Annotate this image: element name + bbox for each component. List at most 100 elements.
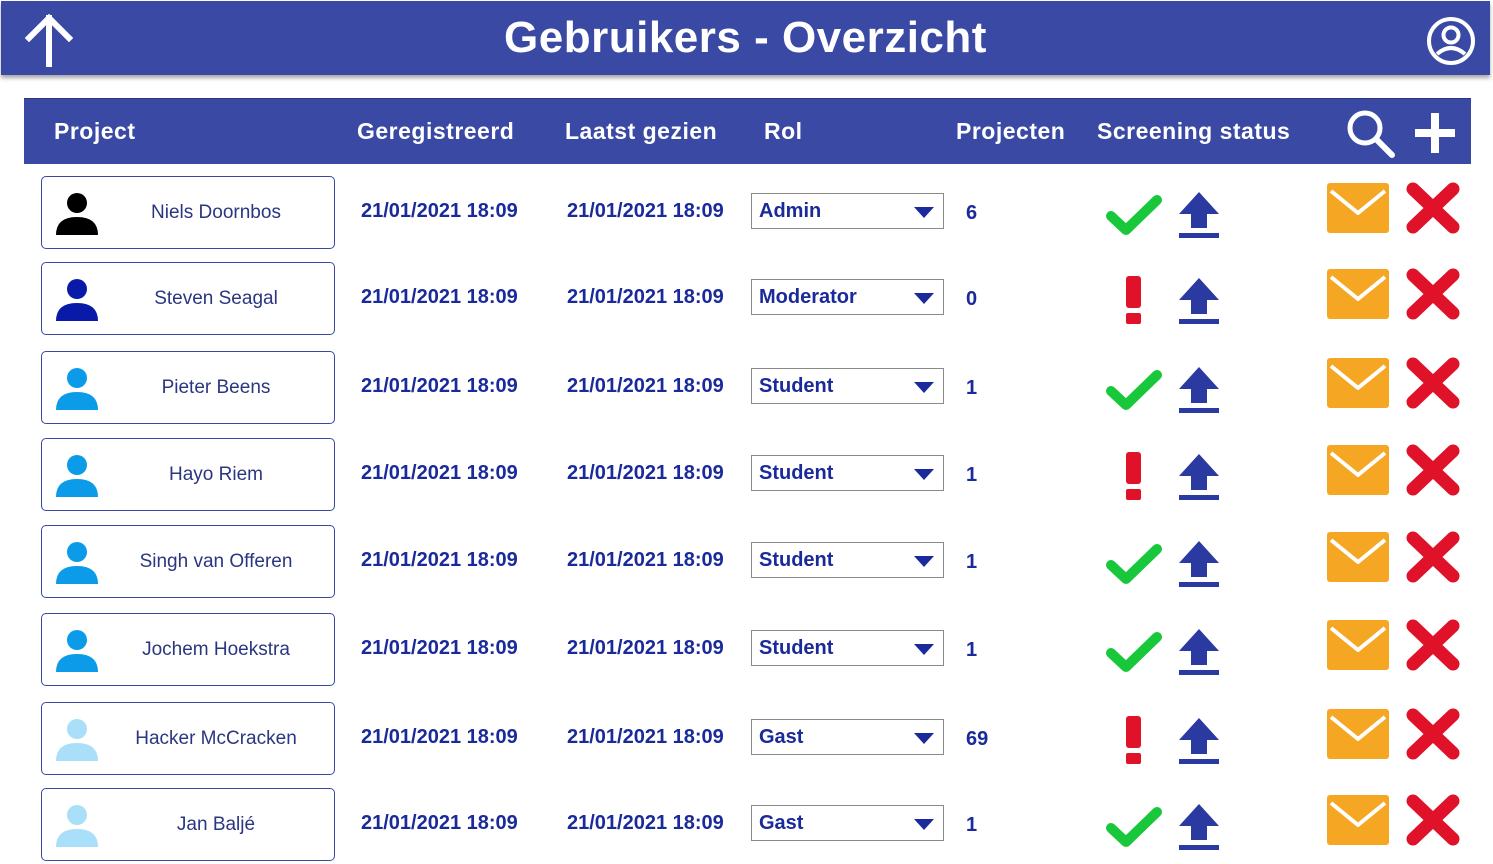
last-seen-date: 21/01/2021 18:09 [567,812,724,834]
upload-icon [1179,804,1219,850]
upload-button[interactable] [1176,450,1222,502]
role-select[interactable]: Moderator [751,279,944,315]
delete-button[interactable] [1404,355,1462,411]
delete-button[interactable] [1404,266,1462,322]
upload-button[interactable] [1176,274,1222,326]
warning-icon [1126,452,1141,500]
mail-button[interactable] [1327,795,1389,845]
user-card[interactable]: Jochem Hoekstra [41,613,335,686]
user-row: Singh van Offeren 21/01/2021 18:09 21/01… [0,525,1493,601]
user-row: Jochem Hoekstra 21/01/2021 18:09 21/01/2… [0,613,1493,689]
last-seen-date: 21/01/2021 18:09 [567,549,724,571]
registered-date: 21/01/2021 18:09 [361,726,518,748]
search-icon [1347,110,1395,158]
column-header-role: Rol [764,118,803,144]
user-card[interactable]: Pieter Beens [41,351,335,424]
upload-button[interactable] [1176,625,1222,677]
account-button[interactable] [1425,15,1477,67]
user-row: Steven Seagal 21/01/2021 18:09 21/01/202… [0,262,1493,338]
role-select[interactable]: Gast [751,719,944,755]
search-button[interactable] [1344,107,1396,159]
chevron-down-icon [914,469,934,480]
mail-button[interactable] [1327,269,1389,319]
role-select[interactable]: Gast [751,805,944,841]
delete-button[interactable] [1404,529,1462,585]
close-icon [1406,182,1460,234]
add-user-button[interactable] [1411,109,1459,157]
registered-date: 21/01/2021 18:09 [361,812,518,834]
upload-button[interactable] [1176,800,1222,852]
upload-button[interactable] [1176,188,1222,240]
close-icon [1406,268,1460,320]
mail-button[interactable] [1327,358,1389,408]
role-select[interactable]: Admin [751,193,944,229]
table-header: Project Geregistreerd Laatst gezien Rol … [24,98,1471,164]
close-icon [1406,708,1460,760]
mail-button[interactable] [1327,709,1389,759]
close-icon [1406,794,1460,846]
project-count: 1 [966,551,978,573]
check-icon [1106,195,1162,235]
chevron-down-icon [914,382,934,393]
user-card[interactable]: Jan Baljé [41,788,335,861]
role-select[interactable]: Student [751,368,944,404]
user-card[interactable]: Singh van Offeren [41,525,335,598]
person-icon [56,455,98,497]
mail-button[interactable] [1327,183,1389,233]
mail-button[interactable] [1327,532,1389,582]
mail-button[interactable] [1327,445,1389,495]
upload-icon [1179,718,1219,764]
check-icon [1106,544,1162,584]
upload-icon [1179,192,1219,238]
person-icon [56,368,98,410]
mail-icon [1327,358,1389,408]
mail-icon [1327,795,1389,845]
column-header-last-seen: Laatst gezien [565,118,718,144]
upload-button[interactable] [1176,714,1222,766]
chevron-down-icon [914,819,934,830]
person-icon [56,719,98,761]
user-card[interactable]: Niels Doornbos [41,176,335,249]
role-value: Moderator [759,286,857,308]
registered-date: 21/01/2021 18:09 [361,637,518,659]
registered-date: 21/01/2021 18:09 [361,549,518,571]
role-value: Student [759,462,834,484]
delete-button[interactable] [1404,617,1462,673]
last-seen-date: 21/01/2021 18:09 [567,200,724,222]
user-name: Pieter Beens [161,377,271,398]
delete-button[interactable] [1404,442,1462,498]
warning-icon [1126,276,1141,324]
upload-icon [1179,629,1219,675]
column-header-screening-status: Screening status [1097,118,1291,144]
upload-button[interactable] [1176,537,1222,589]
mail-icon [1327,620,1389,670]
role-value: Student [759,637,834,659]
mail-button[interactable] [1327,620,1389,670]
upload-button[interactable] [1176,363,1222,415]
user-name: Steven Seagal [154,288,278,309]
user-card[interactable]: Hacker McCracken [41,702,335,775]
project-count: 6 [966,202,978,224]
role-value: Gast [759,812,804,834]
role-select[interactable]: Student [751,542,944,578]
user-card[interactable]: Hayo Riem [41,438,335,511]
upload-icon [1179,278,1219,324]
column-header-registered: Geregistreerd [357,118,515,144]
user-row: Hayo Riem 21/01/2021 18:09 21/01/2021 18… [0,438,1493,514]
delete-button[interactable] [1404,792,1462,848]
delete-button[interactable] [1404,706,1462,762]
role-select[interactable]: Student [751,455,944,491]
close-icon [1406,357,1460,409]
user-card[interactable]: Steven Seagal [41,262,335,335]
check-icon [1106,807,1162,847]
mail-icon [1327,183,1389,233]
role-value: Gast [759,726,804,748]
project-count: 1 [966,639,978,661]
project-count: 1 [966,464,978,486]
close-icon [1406,531,1460,583]
chevron-down-icon [914,293,934,304]
delete-button[interactable] [1404,180,1462,236]
user-name: Hacker McCracken [135,728,297,749]
role-select[interactable]: Student [751,630,944,666]
person-icon [56,193,98,235]
